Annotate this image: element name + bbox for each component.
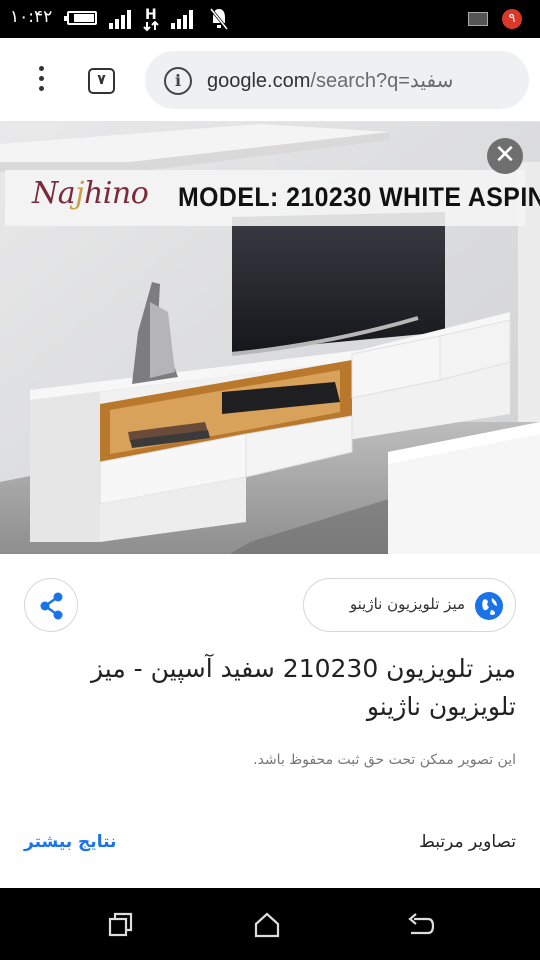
brand-logo: Najhino bbox=[32, 176, 149, 211]
image-details-panel: میز تلویزیون ناژینو میز تلویزیون 210230 … bbox=[0, 554, 540, 888]
model-caption: MODEL: 210230 WHITE ASPIN bbox=[178, 182, 540, 212]
back-icon[interactable] bbox=[406, 910, 436, 940]
tab-switcher-button[interactable]: ۷ bbox=[88, 68, 115, 94]
signal-icon bbox=[171, 10, 193, 29]
signal-icon bbox=[109, 10, 131, 29]
url-domain: google.com bbox=[207, 70, 311, 92]
related-images-heading: تصاویر مرتبط bbox=[419, 832, 516, 852]
notification-badge: ۹ bbox=[502, 9, 522, 29]
close-icon[interactable]: ✕ bbox=[487, 138, 523, 174]
more-vert-icon[interactable] bbox=[36, 66, 46, 94]
home-icon[interactable] bbox=[252, 910, 282, 940]
url-path: /search?q=سفید bbox=[310, 70, 454, 92]
product-image[interactable]: Najhino MODEL: 210230 WHITE ASPIN ✕ bbox=[0, 122, 540, 554]
browser-toolbar: ۷ i google.com/search?q=سفید bbox=[0, 38, 540, 122]
battery-icon bbox=[64, 11, 97, 25]
status-time: ۱۰:۴۲ bbox=[10, 7, 53, 27]
source-site-chip[interactable]: میز تلویزیون ناژینو bbox=[303, 578, 516, 632]
message-icon bbox=[468, 12, 488, 26]
system-nav-bar bbox=[0, 888, 540, 960]
source-site-label: میز تلویزیون ناژینو bbox=[349, 595, 465, 613]
share-button[interactable] bbox=[24, 578, 78, 632]
watermark-banner: Najhino MODEL: 210230 WHITE ASPIN bbox=[5, 170, 540, 226]
status-bar: ۱۰:۴۲ H ۹ bbox=[0, 0, 540, 38]
info-icon[interactable]: i bbox=[164, 67, 192, 95]
url-bar[interactable]: i google.com/search?q=سفید bbox=[145, 51, 529, 109]
url-text[interactable]: google.com/search?q=سفید bbox=[207, 68, 453, 93]
image-title[interactable]: میز تلویزیون 210230 سفید آسپین - میز تلو… bbox=[46, 650, 516, 726]
copyright-notice: این تصویر ممکن تحت حق ثبت محفوظ باشد. bbox=[253, 752, 516, 768]
data-h-icon: H bbox=[143, 7, 159, 32]
mute-icon bbox=[209, 8, 229, 30]
svg-text:H: H bbox=[145, 7, 157, 23]
globe-icon bbox=[475, 592, 503, 620]
more-results-link[interactable]: نتایج بیشتر bbox=[24, 832, 116, 852]
share-icon bbox=[40, 592, 63, 620]
recents-icon[interactable] bbox=[106, 910, 136, 940]
